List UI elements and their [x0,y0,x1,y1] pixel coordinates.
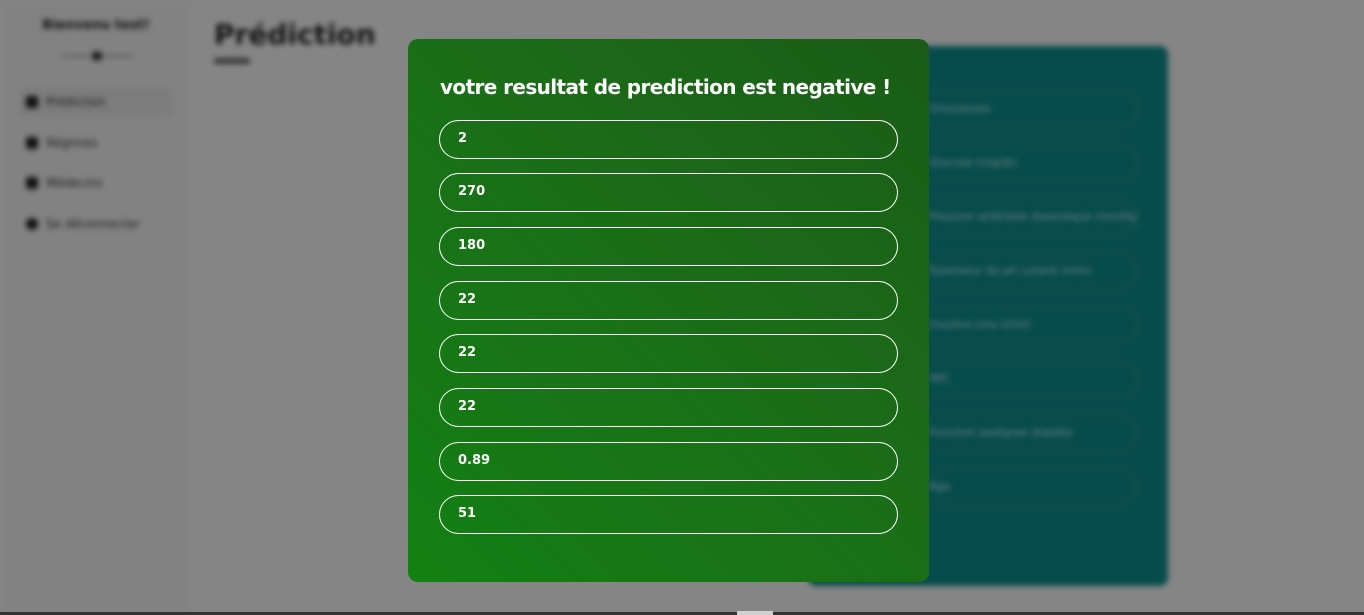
result-value-field[interactable]: 51 [439,495,898,534]
bottom-tab [737,611,773,615]
result-value-field[interactable]: 0.89 [439,442,898,481]
result-value-field[interactable]: 22 [439,281,898,320]
result-value-field[interactable]: 22 [439,388,898,427]
result-modal: votre resultat de prediction est negativ… [408,39,929,582]
result-value-field[interactable]: 22 [439,334,898,373]
page: Bienvenu test! Prédiction Régimes Médeci… [0,0,1364,615]
result-value-field[interactable]: 2 [439,120,898,159]
result-value-field[interactable]: 270 [439,173,898,212]
result-title: votre resultat de prediction est negativ… [440,75,891,99]
result-value-field[interactable]: 180 [439,227,898,266]
